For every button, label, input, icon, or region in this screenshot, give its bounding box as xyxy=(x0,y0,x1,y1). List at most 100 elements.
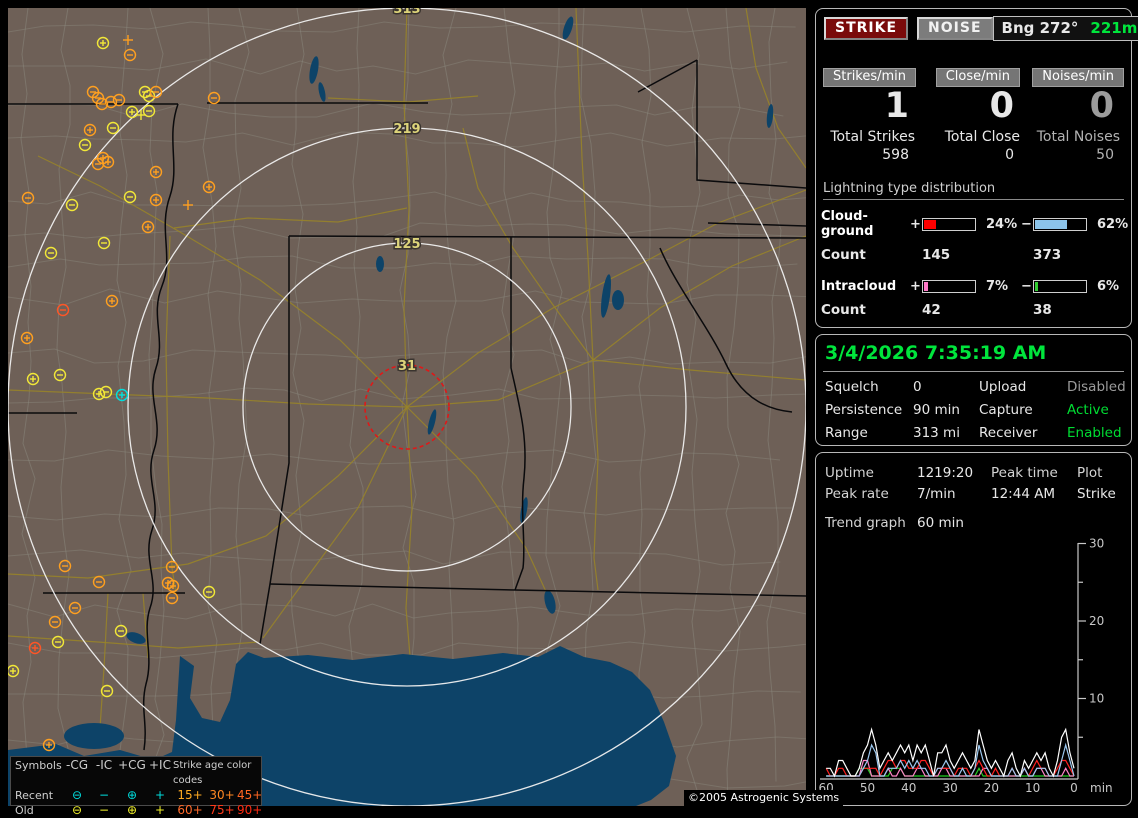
close-per-min-value: 0 xyxy=(989,86,1014,126)
total-noises-value: 50 xyxy=(1096,147,1114,163)
bearing-readout: Bng 272° 221mi xyxy=(992,16,1138,41)
legend-symbols-header: Symbols xyxy=(15,759,62,772)
cg-plus-percent: 24% xyxy=(986,216,1018,232)
svg-text:125: 125 xyxy=(393,237,420,252)
total-strikes-label: Total Strikes xyxy=(830,129,915,145)
range-value: 313 mi xyxy=(913,425,960,441)
plot-value: Strike xyxy=(1077,486,1116,502)
capture-label: Capture xyxy=(979,402,1033,418)
circle-plus-icon: ⊕ xyxy=(126,788,138,802)
total-close-label: Total Close xyxy=(944,129,1020,145)
svg-text:40: 40 xyxy=(901,781,916,795)
strike-counters-panel: STRIKE NOISE Bng 272° 221mi Strikes/min C… xyxy=(815,8,1138,328)
trend-graph-label: Trend graph xyxy=(825,515,906,531)
svg-text:31: 31 xyxy=(398,359,416,374)
status-panel: 3/4/2026 7:35:19 AM Squelch 0 Upload Dis… xyxy=(815,334,1132,446)
ic-minus-percent: 6% xyxy=(1097,279,1120,294)
range-label: Range xyxy=(825,425,868,441)
svg-text:30: 30 xyxy=(942,781,957,795)
ic-plus-count: 42 xyxy=(922,302,941,318)
total-strikes-value: 598 xyxy=(882,147,909,163)
map-legend: Symbols -CG -IC +CG +IC Strike age color… xyxy=(10,756,263,817)
legend-age-75: 75+ xyxy=(209,803,235,817)
cg-minus-percent: 62% xyxy=(1097,216,1129,232)
upload-status: Disabled xyxy=(1067,379,1126,395)
total-noises-label: Total Noises xyxy=(1036,129,1120,145)
peak-rate-value: 7/min xyxy=(917,486,956,502)
legend-age-60: 60+ xyxy=(177,803,203,817)
cg-plus-bar xyxy=(922,217,976,231)
legend-old-label: Old xyxy=(15,804,34,817)
intracloud-label: Intracloud xyxy=(821,279,897,294)
svg-text:10: 10 xyxy=(1025,781,1040,795)
copyright-notice: ©2005 Astrogenic Systems xyxy=(684,790,844,806)
minus-sign: − xyxy=(1021,279,1032,294)
strike-button[interactable]: STRIKE xyxy=(824,17,909,40)
strikes-per-min-value: 1 xyxy=(884,86,909,126)
upload-label: Upload xyxy=(979,379,1027,395)
peak-time-value: 12:44 AM xyxy=(991,486,1056,502)
strikes-per-min-chip: Strikes/min xyxy=(823,68,917,87)
map-canvas: 313 219 125 31 xyxy=(8,8,806,806)
legend-age-30: 30+ xyxy=(209,788,235,802)
receiver-label: Receiver xyxy=(979,425,1038,441)
minus-icon: − xyxy=(98,803,110,817)
ic-minus-count: 38 xyxy=(1033,302,1052,318)
receiver-status: Enabled xyxy=(1067,425,1122,441)
persistence-label: Persistence xyxy=(825,402,903,418)
trend-graph-value: 60 min xyxy=(917,515,964,531)
uptime-value: 1219:20 xyxy=(917,465,974,481)
noise-button[interactable]: NOISE xyxy=(917,17,993,40)
circle-minus-icon: ⊖ xyxy=(71,803,83,817)
close-per-min-chip: Close/min xyxy=(935,68,1020,87)
count-label: Count xyxy=(821,247,866,263)
squelch-value: 0 xyxy=(913,379,922,395)
count-label: Count xyxy=(821,302,866,318)
legend-col-pos-cg: +CG xyxy=(118,758,146,772)
ic-plus-percent: 7% xyxy=(986,279,1009,294)
persistence-value: 90 min xyxy=(913,402,960,418)
plus-sign: + xyxy=(910,279,921,294)
svg-text:20: 20 xyxy=(984,781,999,795)
svg-text:min: min xyxy=(1090,781,1113,795)
cloud-ground-label: Cloud-ground xyxy=(821,209,874,239)
uptime-label: Uptime xyxy=(825,465,874,481)
legend-col-neg-ic: -IC xyxy=(95,758,113,772)
legend-age-45: 45+ xyxy=(237,788,263,802)
circle-plus-icon: ⊕ xyxy=(126,803,138,817)
trend-panel: Uptime 1219:20 Peak time Plot Peak rate … xyxy=(815,452,1132,806)
distribution-title: Lightning type distribution xyxy=(823,181,1124,200)
noises-per-min-value: 0 xyxy=(1089,86,1114,126)
svg-text:10: 10 xyxy=(1089,692,1104,706)
cg-plus-count: 145 xyxy=(922,247,951,263)
plus-sign: + xyxy=(910,216,921,232)
plus-icon: + xyxy=(154,788,166,802)
cg-minus-count: 373 xyxy=(1033,247,1062,263)
peak-time-label: Peak time xyxy=(991,465,1058,481)
ic-minus-bar xyxy=(1033,280,1087,293)
svg-text:20: 20 xyxy=(1089,614,1104,628)
trend-graph: 10203060 50 40 30 20 10 0 min xyxy=(819,537,1113,796)
svg-text:0: 0 xyxy=(1070,781,1078,795)
ic-plus-bar xyxy=(922,280,976,293)
bearing-label: Bng 272° xyxy=(1001,19,1079,37)
legend-age-header: Strike age color codes xyxy=(173,760,252,786)
noises-per-min-chip: Noises/min xyxy=(1032,68,1124,87)
svg-text:30: 30 xyxy=(1089,537,1104,551)
svg-text:313: 313 xyxy=(393,8,420,17)
legend-col-pos-ic: +IC xyxy=(149,758,171,772)
plus-icon: + xyxy=(154,803,166,817)
svg-text:50: 50 xyxy=(860,781,875,795)
legend-age-15: 15+ xyxy=(177,788,203,802)
lightning-map[interactable]: 313 219 125 31 xyxy=(8,8,806,806)
legend-col-neg-cg: -CG xyxy=(65,758,88,772)
datetime-display: 3/4/2026 7:35:19 AM xyxy=(823,342,1124,372)
peak-rate-label: Peak rate xyxy=(825,486,889,502)
svg-text:219: 219 xyxy=(393,122,420,137)
cg-minus-bar xyxy=(1033,217,1087,231)
capture-status: Active xyxy=(1067,402,1109,418)
squelch-label: Squelch xyxy=(825,379,879,395)
circle-minus-icon: ⊖ xyxy=(71,788,83,802)
bearing-distance: 221mi xyxy=(1090,19,1138,37)
total-close-value: 0 xyxy=(1005,147,1014,163)
